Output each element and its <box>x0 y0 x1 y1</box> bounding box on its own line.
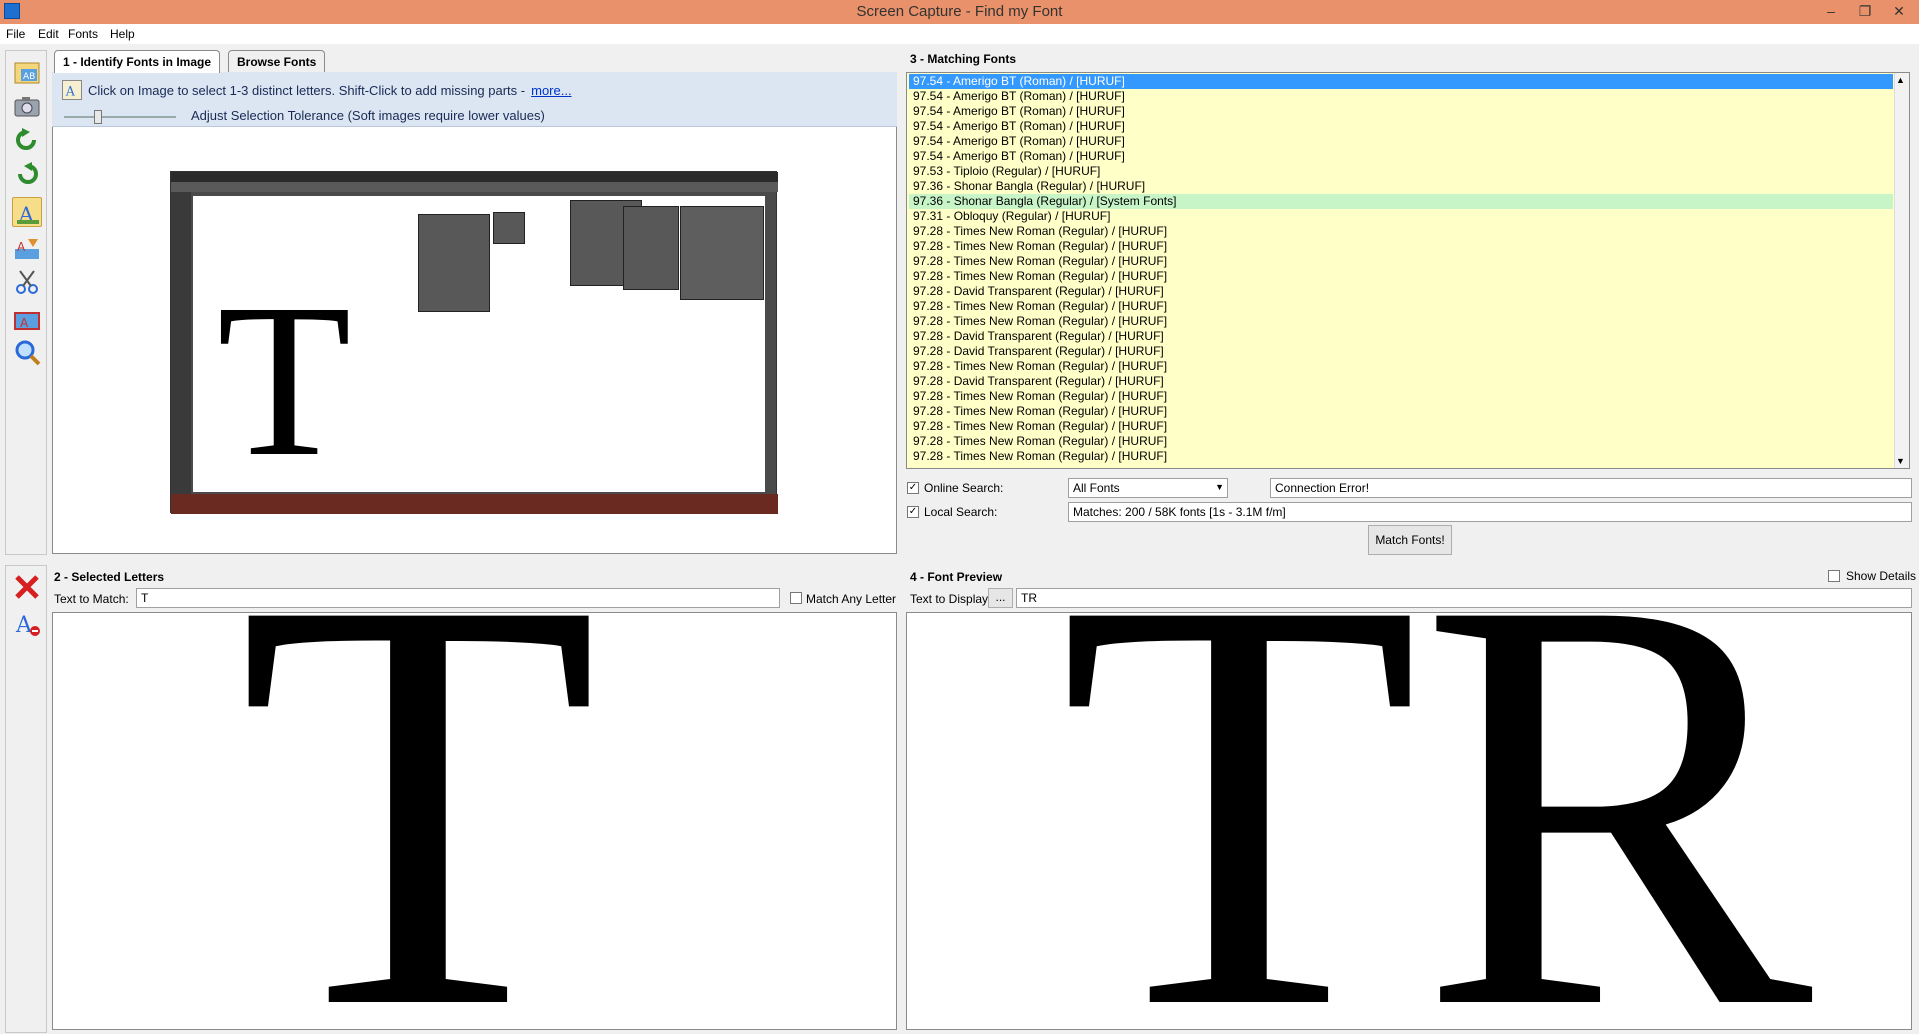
font-list-row[interactable]: 97.28 - Times New Roman (Regular) / [HUR… <box>909 269 1893 284</box>
camera-icon[interactable] <box>12 91 42 121</box>
letter-edit-icon[interactable]: A <box>12 608 42 638</box>
font-list-row[interactable]: 97.28 - Times New Roman (Regular) / [HUR… <box>909 239 1893 254</box>
font-list-row[interactable]: 97.28 - Times New Roman (Regular) / [HUR… <box>909 359 1893 374</box>
font-list-row[interactable]: 97.28 - Times New Roman (Regular) / [HUR… <box>909 449 1893 464</box>
font-list-row[interactable]: 97.28 - David Transparent (Regular) / [H… <box>909 344 1893 359</box>
zoom-icon[interactable] <box>12 337 42 367</box>
font-list-row[interactable]: 97.28 - Times New Roman (Regular) / [HUR… <box>909 314 1893 329</box>
font-preview-sample: TR <box>1059 612 1813 1030</box>
text-to-display-button[interactable]: ... <box>988 588 1013 608</box>
selected-letter-glyph: T <box>238 612 599 1030</box>
font-list-row[interactable]: 97.28 - Times New Roman (Regular) / [HUR… <box>909 389 1893 404</box>
font-list-row[interactable]: 97.54 - Amerigo BT (Roman) / [HURUF] <box>909 134 1893 149</box>
show-details-checkbox[interactable] <box>1828 570 1840 582</box>
tolerance-slider[interactable] <box>64 110 176 124</box>
matching-fonts-header: 3 - Matching Fonts <box>910 52 1016 66</box>
text-to-display-label: Text to Display: <box>910 592 992 606</box>
online-search-select-value: All Fonts <box>1073 481 1120 495</box>
font-preview-canvas: TR <box>906 612 1912 1030</box>
svg-text:A: A <box>65 83 76 98</box>
delete-icon[interactable] <box>12 572 42 602</box>
local-search-label: Local Search: <box>924 505 998 519</box>
select-letter-icon: A <box>62 80 82 100</box>
local-search-checkbox[interactable]: ✓ <box>907 506 919 518</box>
more-link[interactable]: more... <box>531 83 571 98</box>
matching-fonts-list[interactable]: 97.54 - Amerigo BT (Roman) / [HURUF] 97.5… <box>906 72 1910 469</box>
online-search-checkbox[interactable]: ✓ <box>907 482 919 494</box>
online-search-status: Connection Error! <box>1270 478 1912 498</box>
svg-text:A: A <box>20 316 29 330</box>
font-preview-header: 4 - Font Preview <box>910 570 1003 584</box>
font-list-row[interactable]: 97.28 - Times New Roman (Regular) / [HUR… <box>909 299 1893 314</box>
svg-text:A: A <box>15 613 33 638</box>
window-title: Screen Capture - Find my Font <box>856 3 1063 20</box>
selected-letters-header: 2 - Selected Letters <box>54 570 165 584</box>
match-any-letter-label: Match Any Letter <box>806 592 897 606</box>
font-list-row[interactable]: 97.36 - Shonar Bangla (Regular) / [Syste… <box>909 194 1893 209</box>
font-list-row[interactable]: 97.31 - Obloquy (Regular) / [HURUF] <box>909 209 1893 224</box>
online-search-select[interactable]: All Fonts ▼ <box>1068 478 1228 498</box>
font-list-row[interactable]: 97.28 - David Transparent (Regular) / [H… <box>909 374 1893 389</box>
local-search-status: Matches: 200 / 58K fonts [1s - 3.1M f/m] <box>1068 502 1912 522</box>
text-to-match-label: Text to Match: <box>54 592 129 606</box>
menu-bar: File Edit Fonts Help <box>0 24 1919 44</box>
menu-edit[interactable]: Edit <box>38 27 59 41</box>
online-search-label: Online Search: <box>924 481 1004 495</box>
tolerance-label: Adjust Selection Tolerance (Soft images … <box>191 108 545 123</box>
tolerance-slider-thumb[interactable] <box>94 110 102 124</box>
tab-browse-fonts[interactable]: Browse Fonts <box>228 50 326 72</box>
font-list-row[interactable]: 97.28 - Times New Roman (Regular) / [HUR… <box>909 404 1893 419</box>
font-list-row[interactable]: 97.54 - Amerigo BT (Roman) / [HURUF] <box>909 149 1893 164</box>
font-list-row[interactable]: 97.28 - Times New Roman (Regular) / [HUR… <box>909 434 1893 449</box>
capture-ab-icon[interactable]: AB <box>12 57 42 87</box>
identify-hint: Click on Image to select 1-3 distinct le… <box>88 83 572 98</box>
menu-file[interactable]: File <box>6 27 25 41</box>
font-list-row[interactable]: 97.54 - Amerigo BT (Roman) / [HURUF] <box>909 119 1893 134</box>
redo-icon[interactable] <box>12 159 42 189</box>
show-details-label: Show Details <box>1846 569 1917 583</box>
captured-image[interactable]: T <box>170 171 778 514</box>
crop-icon[interactable] <box>12 267 42 297</box>
scroll-down-icon[interactable]: ▼ <box>1896 456 1905 466</box>
matching-fonts-scrollbar[interactable]: ▲ ▼ <box>1894 73 1909 468</box>
font-list-row[interactable]: 97.54 - Amerigo BT (Roman) / [HURUF] <box>909 89 1893 104</box>
toolbar-top: AB A A A <box>5 50 47 555</box>
select-letters-icon[interactable]: A <box>12 197 42 227</box>
selected-letter-canvas[interactable]: T <box>52 612 897 1030</box>
title-bar: Screen Capture - Find my Font – ❐ ✕ <box>0 0 1919 24</box>
identify-info-bar: A Click on Image to select 1-3 distinct … <box>52 72 897 127</box>
font-list-row[interactable]: 97.28 - Times New Roman (Regular) / [HUR… <box>909 224 1893 239</box>
match-fonts-button[interactable]: Match Fonts! <box>1368 525 1452 555</box>
menu-fonts[interactable]: Fonts <box>68 27 98 41</box>
fix-image-icon[interactable]: A <box>12 303 42 333</box>
font-list-row[interactable]: 97.28 - David Transparent (Regular) / [H… <box>909 284 1893 299</box>
restore-button[interactable]: ❐ <box>1848 0 1882 22</box>
font-list-row[interactable]: 97.54 - Amerigo BT (Roman) / [HURUF] <box>909 104 1893 119</box>
font-list-row[interactable]: 97.28 - Times New Roman (Regular) / [HUR… <box>909 419 1893 434</box>
font-list-row[interactable]: 97.53 - Tiploio (Regular) / [HURUF] <box>909 164 1893 179</box>
svg-text:AB: AB <box>23 72 35 82</box>
identify-hint-text: Click on Image to select 1-3 distinct le… <box>88 83 526 98</box>
tab-identify-fonts[interactable]: 1 - Identify Fonts in Image <box>54 50 221 73</box>
font-list-row[interactable]: 97.36 - Shonar Bangla (Regular) / [HURUF… <box>909 179 1893 194</box>
scroll-up-icon[interactable]: ▲ <box>1896 75 1905 85</box>
undo-icon[interactable] <box>12 125 42 155</box>
toolbar-bottom: A <box>5 565 47 1033</box>
svg-text:A: A <box>17 240 26 254</box>
match-any-letter-checkbox[interactable] <box>790 592 802 604</box>
chevron-down-icon: ▼ <box>1215 482 1224 492</box>
menu-help[interactable]: Help <box>110 27 135 41</box>
text-to-display-input[interactable]: TR <box>1016 588 1912 608</box>
font-list-row[interactable]: 97.54 - Amerigo BT (Roman) / [HURUF] <box>909 74 1893 89</box>
font-list-row[interactable]: 97.28 - Times New Roman (Regular) / [HUR… <box>909 254 1893 269</box>
minimize-button[interactable]: – <box>1814 0 1848 22</box>
adjust-icon[interactable]: A <box>12 233 42 263</box>
text-to-match-input[interactable]: T <box>136 588 780 608</box>
captured-letter: T <box>217 258 352 502</box>
font-list-row[interactable]: 97.28 - David Transparent (Regular) / [H… <box>909 329 1893 344</box>
close-button[interactable]: ✕ <box>1882 0 1916 22</box>
